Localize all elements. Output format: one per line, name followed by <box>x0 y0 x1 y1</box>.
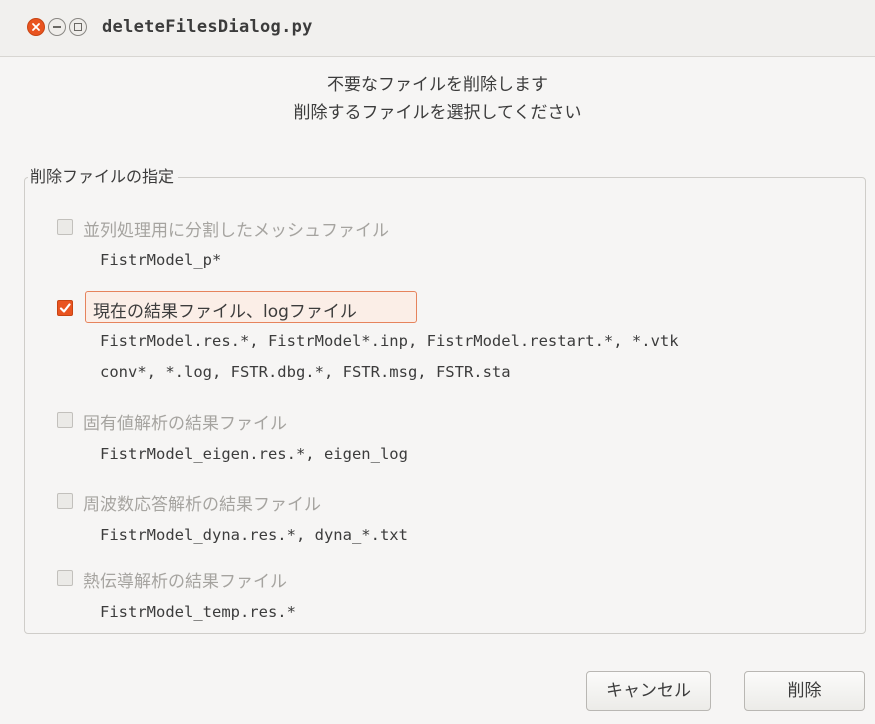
option-label: 現在の結果ファイル、logファイル <box>93 302 357 322</box>
dialog-message: 不要なファイルを削除します 削除するファイルを選択してください <box>0 71 875 127</box>
checkbox-current-results[interactable] <box>57 300 73 316</box>
minimize-icon[interactable] <box>48 18 66 36</box>
message-line-2: 削除するファイルを選択してください <box>293 103 582 123</box>
close-icon[interactable] <box>27 18 45 36</box>
file-pattern: FistrModel_p* <box>100 251 222 269</box>
file-pattern: FistrModel_dyna.res.*, dyna_*.txt <box>100 526 408 544</box>
file-pattern: FistrModel.res.*, FistrModel*.inp, Fistr… <box>100 332 679 350</box>
file-pattern: FistrModel_temp.res.* <box>100 603 296 621</box>
option-label: 周波数応答解析の結果ファイル <box>83 495 321 515</box>
message-line-1: 不要なファイルを削除します <box>327 75 548 95</box>
title-bar: deleteFilesDialog.py <box>0 0 875 57</box>
option-label: 並列処理用に分割したメッシュファイル <box>83 221 389 241</box>
check-icon <box>59 303 71 313</box>
delete-files-group <box>24 177 866 634</box>
window-title: deleteFilesDialog.py <box>102 17 313 37</box>
dialog-window: deleteFilesDialog.py 不要なファイルを削除します 削除するフ… <box>0 0 875 724</box>
option-label: 熱伝導解析の結果ファイル <box>83 572 287 592</box>
file-pattern: FistrModel_eigen.res.*, eigen_log <box>100 445 408 463</box>
cancel-button[interactable]: キャンセル <box>586 671 711 711</box>
option-label: 固有値解析の結果ファイル <box>83 414 287 434</box>
maximize-icon[interactable] <box>69 18 87 36</box>
file-pattern: conv*, *.log, FSTR.dbg.*, FSTR.msg, FSTR… <box>100 363 511 381</box>
checkbox-split-mesh[interactable] <box>57 219 73 235</box>
checkbox-temp-results[interactable] <box>57 570 73 586</box>
delete-button[interactable]: 削除 <box>744 671 865 711</box>
group-title: 削除ファイルの指定 <box>28 163 179 187</box>
checkbox-dyna-results[interactable] <box>57 493 73 509</box>
checkbox-eigen-results[interactable] <box>57 412 73 428</box>
